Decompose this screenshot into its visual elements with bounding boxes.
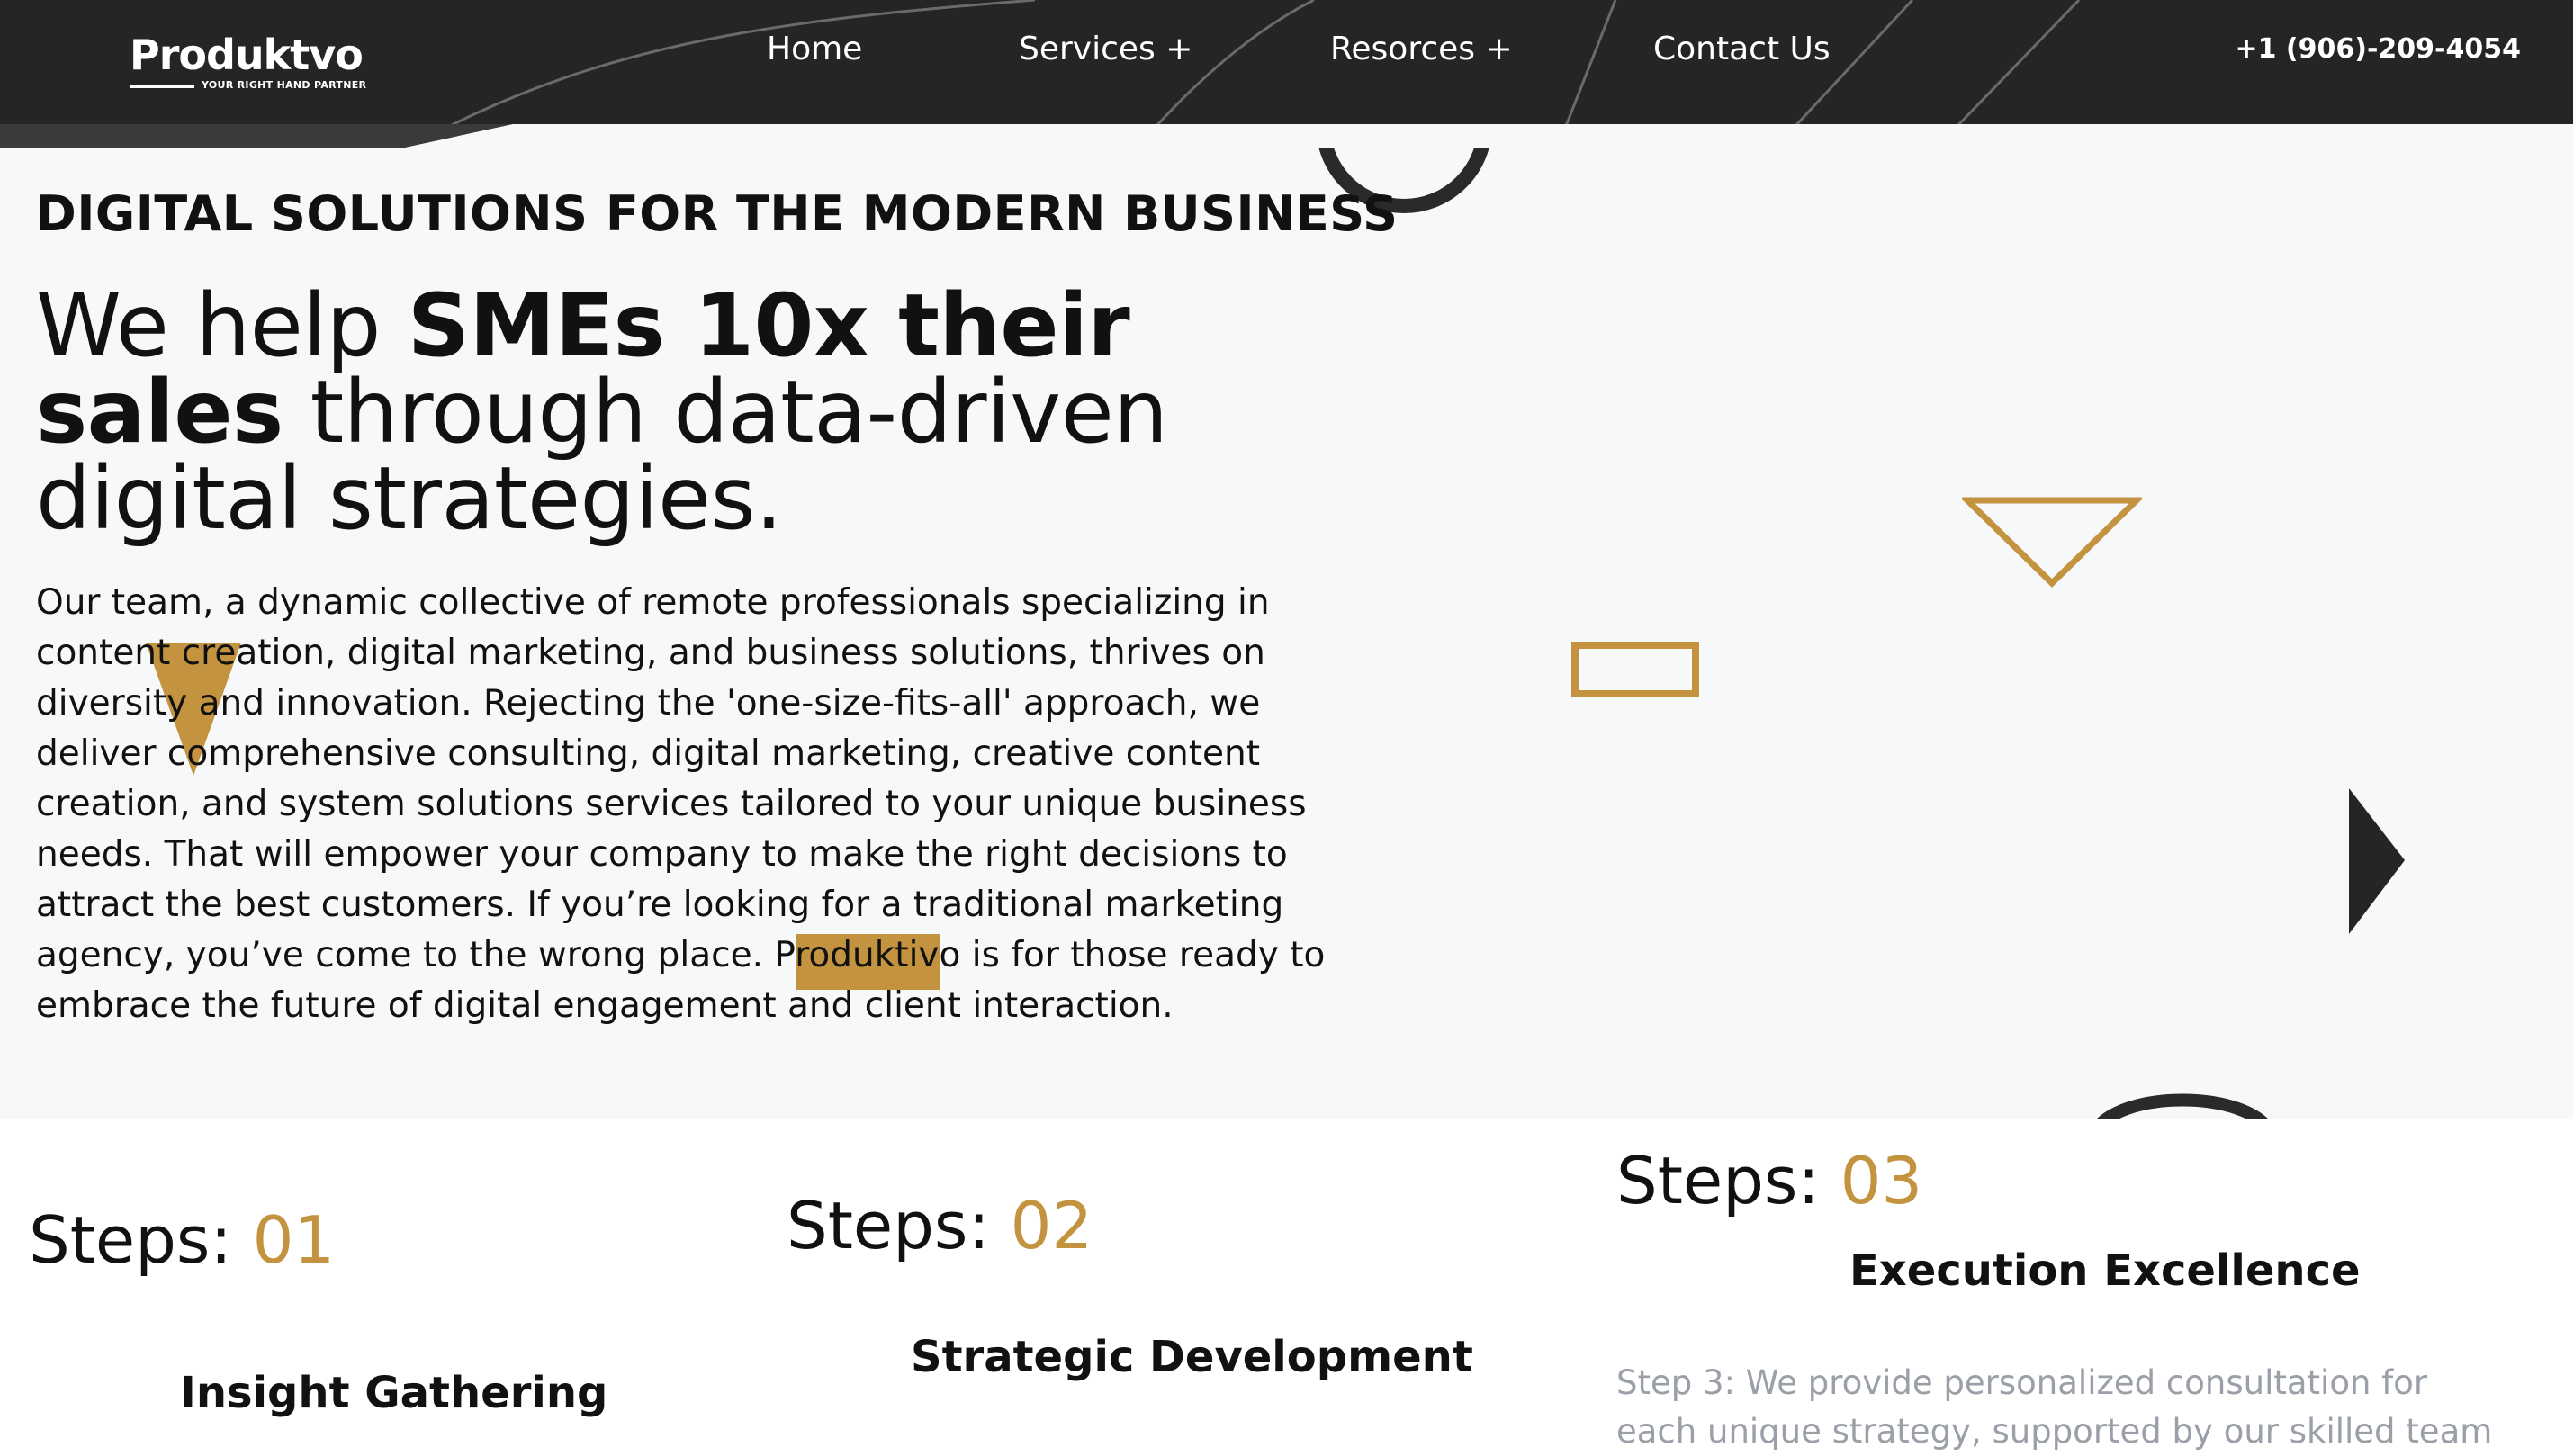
nav-contact-us[interactable]: Contact Us (1653, 31, 1831, 67)
logo-link[interactable]: Produktvo YOUR RIGHT HAND PARTNER (130, 31, 366, 91)
step-1-number: 01 (252, 1202, 336, 1278)
step-2-title: Strategic Development (911, 1332, 1473, 1382)
hero-description: Our team, a dynamic collective of remote… (36, 582, 1326, 1026)
rectangle-outline-icon (1571, 642, 1699, 697)
hero-kicker: DIGITAL SOLUTIONS FOR THE MODERN BUSINES… (36, 185, 1399, 242)
step-3-prefix: Steps: (1616, 1143, 1840, 1218)
header-decorative-lines (450, 0, 2081, 124)
step-3-label: Steps: 03 (1616, 1143, 1922, 1218)
step-3-number: 03 (1840, 1143, 1923, 1218)
hero-headline: We help SMEs 10x their sales through dat… (36, 283, 1278, 542)
logo-wordmark: Produktvo (130, 31, 364, 79)
step-3-description: Step 3: We provide personalized consulta… (1616, 1363, 2493, 1451)
nav-home[interactable]: Home (767, 31, 862, 67)
nav-services[interactable]: Services + (1019, 31, 1192, 67)
site-header: Produktvo YOUR RIGHT HAND PARTNER Home S… (0, 0, 2573, 124)
step-3-title: Execution Excellence (1849, 1245, 2361, 1296)
logo-underline (130, 85, 194, 88)
step-2-prefix: Steps: (787, 1188, 1011, 1263)
step-1-title: Insight Gathering (180, 1368, 608, 1418)
step-2-label: Steps: 02 (787, 1188, 1093, 1263)
phone-link[interactable]: +1 (906)-209-4054 (2235, 33, 2521, 65)
ring-arc-bottom-icon (2096, 1093, 2269, 1119)
hero-section: DIGITAL SOLUTIONS FOR THE MODERN BUSINES… (0, 148, 2573, 1119)
triangle-outline-icon (1962, 497, 2142, 588)
header-wedge-decoration (0, 124, 513, 148)
step-1-label: Steps: 01 (29, 1202, 335, 1278)
play-triangle-icon (2349, 788, 2405, 934)
step-2-number: 02 (1010, 1188, 1093, 1263)
step-1-prefix: Steps: (29, 1202, 253, 1278)
logo-tagline: YOUR RIGHT HAND PARTNER (202, 79, 367, 91)
nav-resorces[interactable]: Resorces + (1330, 31, 1513, 67)
